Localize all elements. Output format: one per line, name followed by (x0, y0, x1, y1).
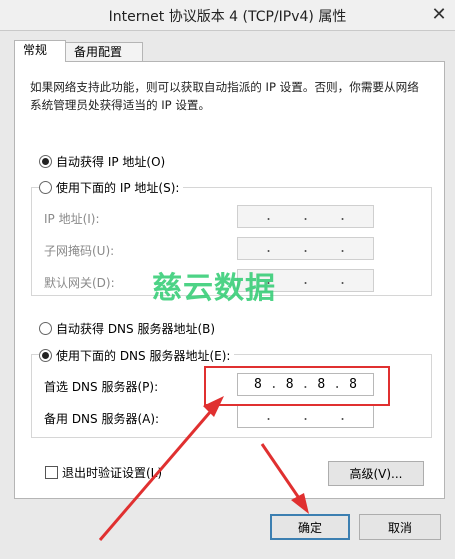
cancel-button[interactable]: 取消 (359, 514, 441, 540)
radio-selected-icon (39, 155, 52, 168)
radio-selected-icon (39, 349, 52, 362)
annotation-highlight-box (204, 366, 390, 406)
alternate-dns-label: 备用 DNS 服务器(A): (44, 412, 160, 426)
default-gateway-label: 默认网关(D): (44, 276, 115, 290)
auto-ip-label: 自动获得 IP 地址(O) (56, 155, 166, 169)
auto-dns-label: 自动获得 DNS 服务器地址(B) (56, 322, 216, 336)
subnet-mask-label: 子网掩码(U): (44, 244, 115, 258)
auto-ip-radio[interactable]: 自动获得 IP 地址(O) (39, 153, 165, 170)
tab-alternate-config[interactable]: 备用配置 (65, 42, 143, 61)
ok-button[interactable]: 确定 (270, 514, 350, 540)
manual-dns-label: 使用下面的 DNS 服务器地址(E): (56, 349, 231, 363)
subnet-mask-field[interactable]: ... (237, 237, 374, 260)
advanced-button[interactable]: 高级(V)... (328, 461, 424, 486)
title-bar: Internet 协议版本 4 (TCP/IPv4) 属性 ✕ (0, 0, 455, 31)
window-title: Internet 协议版本 4 (TCP/IPv4) 属性 (108, 9, 347, 25)
close-icon[interactable]: ✕ (429, 4, 449, 25)
ip-address-label: IP 地址(I): (44, 212, 100, 226)
radio-unselected-icon (39, 181, 52, 194)
watermark-text: 慈云数据 (152, 271, 276, 306)
validate-on-exit-label: 退出时验证设置(L) (62, 466, 163, 480)
manual-dns-radio[interactable]: 使用下面的 DNS 服务器地址(E): (39, 347, 235, 364)
manual-ip-radio[interactable]: 使用下面的 IP 地址(S): (39, 179, 184, 196)
manual-ip-label: 使用下面的 IP 地址(S): (56, 181, 180, 195)
auto-dns-radio[interactable]: 自动获得 DNS 服务器地址(B) (39, 320, 215, 337)
alternate-dns-field[interactable]: ... (237, 405, 374, 428)
validate-on-exit-checkbox[interactable]: 退出时验证设置(L) (45, 464, 162, 481)
checkbox-icon (45, 466, 58, 479)
description-text: 如果网络支持此功能，则可以获取自动指派的 IP 设置。否则，你需要从网络系统管理… (30, 80, 419, 112)
ip-address-field[interactable]: ... (237, 205, 374, 228)
radio-unselected-icon (39, 322, 52, 335)
preferred-dns-label: 首选 DNS 服务器(P): (44, 380, 159, 394)
tab-general[interactable]: 常规 (14, 40, 66, 62)
